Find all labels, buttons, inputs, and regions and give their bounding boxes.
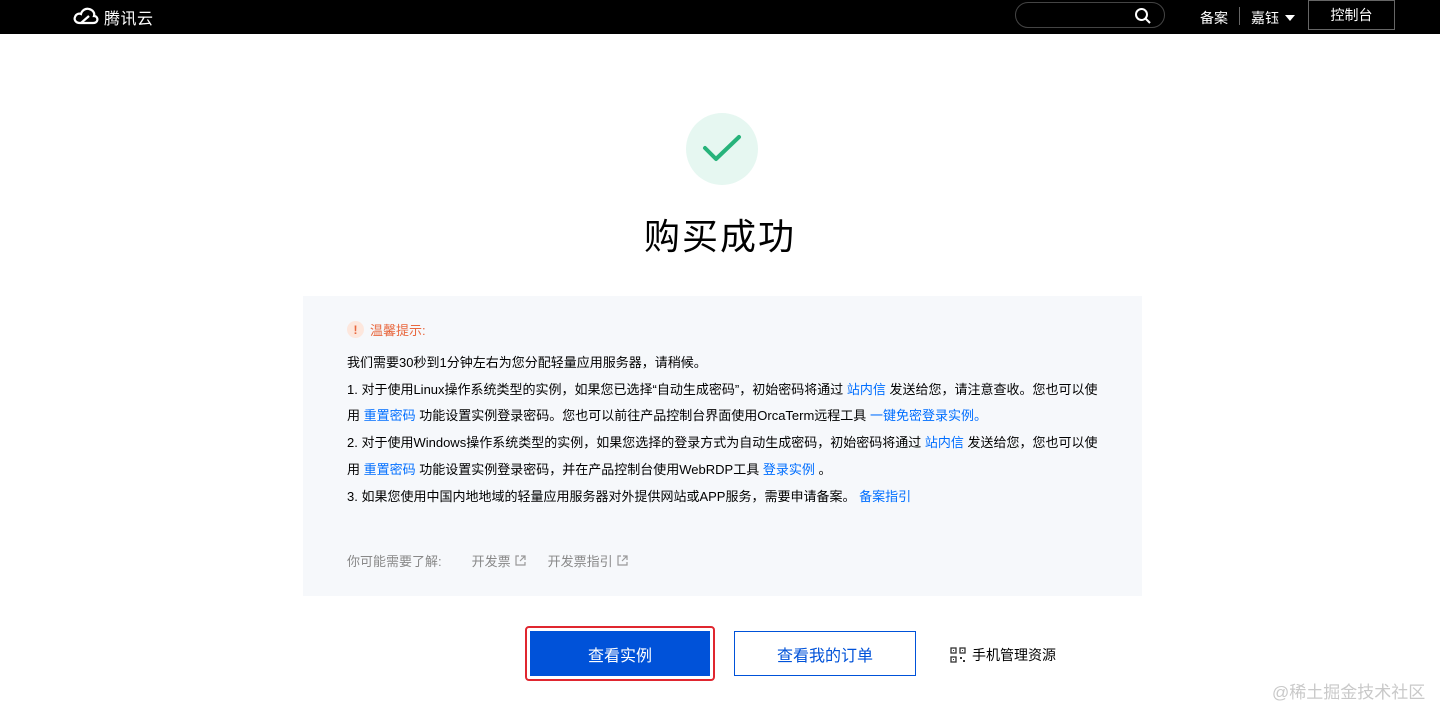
invoice-link[interactable]: 开发票: [472, 551, 526, 570]
one-click-login-link[interactable]: 一键免密登录实例。: [870, 408, 987, 423]
success-badge: [686, 113, 758, 185]
view-instance-button[interactable]: 查看实例: [530, 631, 710, 676]
tips-panel: ! 温馨提示: 我们需要30秒到1分钟左右为您分配轻量应用服务器，请稍候。 1.…: [303, 296, 1142, 596]
search-box[interactable]: [1015, 2, 1165, 28]
logo-text: 腾讯云: [104, 11, 154, 28]
tips-body: 我们需要30秒到1分钟左右为您分配轻量应用服务器，请稍候。 1. 对于使用Lin…: [347, 350, 1107, 510]
tips-item-3-text-a: 3. 如果您使用中国内地地域的轻量应用服务器对外提供网站或APP服务，需要申请备…: [347, 488, 860, 504]
tips-item-1-text-c: 功能设置实例登录密码。您也可以前往产品控制台界面使用OrcaTerm远程工具: [415, 408, 870, 424]
external-link-icon: [617, 555, 628, 566]
console-button[interactable]: 控制台: [1308, 0, 1395, 30]
invoice-guide-link-label: 开发票指引: [547, 554, 613, 569]
reset-password-link[interactable]: 重置密码: [364, 408, 416, 423]
search-icon[interactable]: [1134, 7, 1152, 25]
highlight-frame: 查看实例: [525, 626, 715, 681]
tips-header: ! 温馨提示:: [347, 320, 426, 339]
top-navbar: 腾讯云 备案 嘉钰 控制台: [0, 0, 1440, 34]
tips-intro: 我们需要30秒到1分钟左右为您分配轻量应用服务器，请稍候。: [347, 355, 707, 370]
tips-item-1: 1. 对于使用Linux操作系统类型的实例，如果您已选择“自动生成密码”，初始密…: [347, 377, 1107, 430]
search-input[interactable]: [1028, 6, 1142, 26]
check-icon: [703, 135, 741, 161]
page-title: 购买成功: [643, 216, 796, 257]
user-name: 嘉钰: [1251, 10, 1279, 26]
watermark: @稀土掘金技术社区: [1272, 683, 1426, 702]
tips-item-3: 3. 如果您使用中国内地地域的轻量应用服务器对外提供网站或APP服务，需要申请备…: [347, 484, 1107, 511]
invoice-guide-link[interactable]: 开发票指引: [548, 551, 628, 570]
view-orders-button[interactable]: 查看我的订单: [734, 631, 916, 676]
mobile-manage-link[interactable]: 手机管理资源: [950, 645, 1056, 665]
qrcode-icon: [950, 647, 966, 663]
site-message-link[interactable]: 站内信: [847, 382, 886, 397]
beian-guide-link[interactable]: 备案指引: [859, 489, 911, 504]
tips-item-2-text-c: 功能设置实例登录密码，并在产品控制台使用WebRDP工具: [415, 461, 763, 477]
related-links: 你可能需要了解: 开发票 开发票指引: [347, 551, 628, 570]
nav-divider: [1239, 7, 1240, 25]
warning-icon: !: [347, 321, 364, 338]
caret-down-icon: [1285, 15, 1295, 21]
external-link-icon: [515, 555, 526, 566]
related-links-label: 你可能需要了解:: [347, 554, 442, 569]
tips-item-1-text-a: 1. 对于使用Linux操作系统类型的实例，如果您已选择“自动生成密码”，初始密…: [347, 381, 847, 397]
tips-item-2: 2. 对于使用Windows操作系统类型的实例，如果您选择的登录方式为自动生成密…: [347, 430, 1107, 483]
site-message-link[interactable]: 站内信: [925, 435, 964, 450]
login-instance-link[interactable]: 登录实例: [763, 462, 815, 477]
tips-title: 温馨提示:: [370, 323, 426, 338]
tips-item-2-text-d: 。: [814, 461, 832, 477]
reset-password-link[interactable]: 重置密码: [364, 462, 416, 477]
user-menu[interactable]: 嘉钰: [1251, 8, 1295, 28]
nav-beian-link[interactable]: 备案: [1200, 8, 1228, 28]
tips-item-2-text-a: 2. 对于使用Windows操作系统类型的实例，如果您选择的登录方式为自动生成密…: [347, 435, 925, 451]
invoice-link-label: 开发票: [471, 554, 511, 569]
mobile-manage-label: 手机管理资源: [972, 647, 1056, 663]
logo[interactable]: 腾讯云: [72, 5, 154, 29]
cloud-logo-icon: [73, 7, 99, 25]
